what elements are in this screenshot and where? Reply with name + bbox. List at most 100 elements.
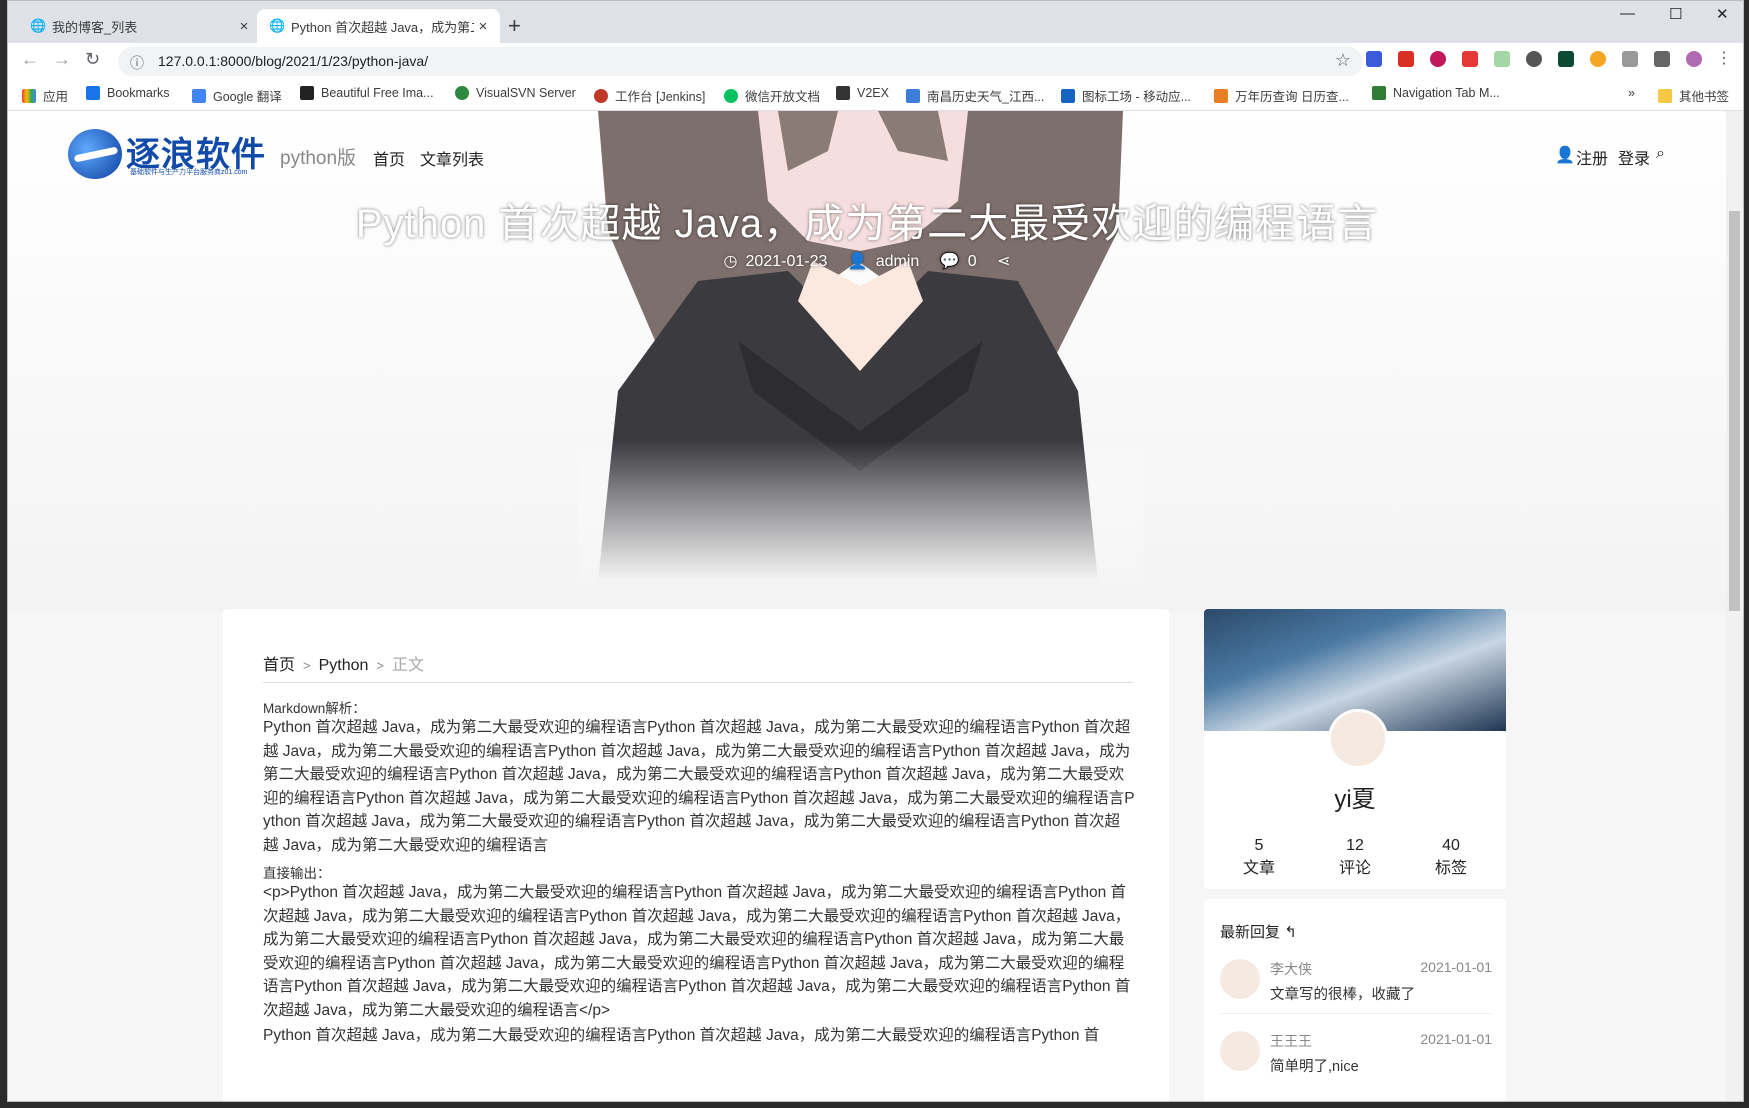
window-frame: 🌐 我的博客_列表 × 🌐 Python 首次超越 Java，成为第二 × + … <box>7 0 1744 1102</box>
site-edition-label: python版 <box>280 148 357 169</box>
bookmark-item[interactable]: Beautiful Free Ima... <box>300 86 434 100</box>
nav-articles-link[interactable]: 文章列表 <box>420 146 484 170</box>
share-icon[interactable]: ⋖ <box>997 253 1010 270</box>
back-arrow-icon[interactable]: ← <box>21 49 39 70</box>
search-icon[interactable]: ⌕ <box>1656 145 1665 163</box>
more-bookmarks-chevron-icon[interactable]: » <box>1628 86 1635 100</box>
menu-dots-icon[interactable]: ⋮ <box>1716 51 1732 67</box>
page-scrollbar[interactable] <box>1726 111 1743 1101</box>
tab-bar: 🌐 我的博客_列表 × 🌐 Python 首次超越 Java，成为第二 × + … <box>8 1 1743 43</box>
wechat-icon <box>724 88 738 103</box>
unsplash-icon <box>300 86 314 100</box>
close-tab-icon[interactable]: × <box>235 18 253 35</box>
bookmark-item[interactable]: 南昌历史天气_江西... <box>906 86 1044 105</box>
reply-arrow-icon: ↰ <box>1284 924 1297 941</box>
clock-icon: ◷ <box>723 253 738 270</box>
color-extension-icon[interactable] <box>1430 51 1446 67</box>
reply-item[interactable]: 李大侠 2021-01-01 文章写的很棒，收藏了 <box>1220 951 1492 1014</box>
post-title: Python 首次超越 Java，成为第二大最受欢迎的编程语言 <box>355 202 1379 246</box>
minimize-icon[interactable]: — <box>1620 5 1635 22</box>
vue-extension-icon[interactable] <box>1622 51 1638 67</box>
article-body: Python 首次超越 Java，成为第二大最受欢迎的编程语言Python 首次… <box>263 1027 1100 1044</box>
extension-icon[interactable] <box>1366 51 1382 67</box>
bookmark-item[interactable]: 应用 <box>22 86 68 105</box>
breadcrumb-home[interactable]: 首页 <box>263 657 295 674</box>
maximize-icon[interactable]: ☐ <box>1669 5 1682 23</box>
reload-icon[interactable]: ↻ <box>85 49 100 70</box>
post-meta: ◷ 2021-01-23 👤 admin 💬 0 ⋖ <box>8 251 1726 271</box>
translate-icon <box>192 88 206 103</box>
calendar-icon <box>1214 88 1228 103</box>
stat-comments[interactable]: 12 评论 <box>1305 834 1405 880</box>
other-bookmarks[interactable]: 其他书签 <box>1658 86 1729 105</box>
bookmark-item[interactable]: Bookmarks <box>86 86 170 100</box>
page-viewport: 逐浪软件 基础软件与生产力平台服务商z01.com python版 首页 文章列… <box>8 111 1726 1101</box>
info-icon[interactable]: ⓘ <box>130 53 144 73</box>
reply-date: 2021-01-01 <box>1420 1031 1492 1047</box>
pdf-extension-icon[interactable] <box>1398 51 1414 67</box>
bookmark-item[interactable]: 万年历查询 日历查... <box>1214 86 1349 105</box>
avatar <box>1220 959 1260 999</box>
globe-icon: 🌐 <box>269 18 286 33</box>
raw-output-label: 直接输出： <box>263 866 331 881</box>
puzzle-extensions-icon[interactable] <box>1654 51 1670 67</box>
play-extension-icon[interactable] <box>1526 51 1542 67</box>
bookmark-item[interactable]: V2EX <box>836 86 889 100</box>
bookmark-star-icon[interactable]: ☆ <box>1335 50 1351 71</box>
reply-item[interactable]: 王王王 2021-01-01 简单明了,nice <box>1220 1023 1492 1085</box>
tab-current-post[interactable]: 🌐 Python 首次超越 Java，成为第二 × <box>257 9 500 43</box>
address-bar[interactable]: ⓘ 127.0.0.1:8000/blog/2021/1/23/python-j… <box>118 47 1363 76</box>
new-tab-button[interactable]: + <box>508 13 521 39</box>
qq-extension-icon[interactable] <box>1590 51 1606 67</box>
breadcrumb-separator: > <box>303 658 311 673</box>
profile-card: yi夏 5 文章 12 评论 40 标签 <box>1204 609 1506 889</box>
bookmark-item[interactable]: Google 翻译 <box>192 86 282 105</box>
browser-window: 🌐 我的博客_列表 × 🌐 Python 首次超越 Java，成为第二 × + … <box>0 0 1749 1108</box>
nav-home-link[interactable]: 首页 <box>373 146 405 170</box>
post-comment-count: 0 <box>967 253 977 270</box>
reply-text: 文章写的很棒，收藏了 <box>1270 987 1415 1003</box>
tab-title: 我的博客_列表 <box>52 19 138 35</box>
user-icon: 👤 <box>847 253 868 270</box>
reply-author: 王王王 <box>1270 1033 1312 1049</box>
stat-articles[interactable]: 5 文章 <box>1209 834 1309 880</box>
jenkins-icon <box>594 88 608 103</box>
login-link[interactable]: 登录 <box>1618 145 1650 169</box>
reply-author: 李大侠 <box>1270 961 1312 977</box>
bookmark-item[interactable]: 微信开放文档 <box>724 86 820 105</box>
breadcrumb: 首页 > Python > 正文 <box>263 651 424 675</box>
scrollbar-thumb[interactable] <box>1729 211 1740 611</box>
avatar[interactable] <box>1328 709 1388 769</box>
post-author[interactable]: admin <box>876 253 920 270</box>
breadcrumb-current: 正文 <box>392 657 425 674</box>
register-link[interactable]: 注册 <box>1576 145 1608 169</box>
close-window-icon[interactable]: ✕ <box>1716 5 1729 23</box>
profile-avatar-icon[interactable] <box>1686 51 1702 67</box>
visualsvn-icon <box>455 86 469 100</box>
markdown-label: Markdown解析： <box>263 701 366 716</box>
raw-output-content: <p>Python 首次超越 Java，成为第二大最受欢迎的编程语言Python… <box>263 884 1131 1019</box>
weather-icon <box>906 88 920 103</box>
url-text[interactable]: 127.0.0.1:8000/blog/2021/1/23/python-jav… <box>158 53 428 69</box>
tab-blog-list[interactable]: 🌐 我的博客_列表 × <box>18 9 261 43</box>
fe-extension-icon[interactable] <box>1462 51 1478 67</box>
reply-text: 简单明了,nice <box>1270 1059 1359 1075</box>
v2ex-icon <box>836 86 850 100</box>
folder-icon <box>1658 88 1672 103</box>
star-icon <box>86 86 100 100</box>
markdown-content: Python 首次超越 Java，成为第二大最受欢迎的编程语言Python 首次… <box>263 719 1135 854</box>
breadcrumb-separator: > <box>376 658 385 673</box>
screenshot-extension-icon[interactable] <box>1494 51 1510 67</box>
breadcrumb-category[interactable]: Python <box>319 657 369 674</box>
bookmark-item[interactable]: Navigation Tab M... <box>1372 86 1500 100</box>
django-extension-icon[interactable] <box>1558 51 1574 67</box>
bookmark-item[interactable]: 工作台 [Jenkins] <box>594 86 705 105</box>
tab-title: Python 首次超越 Java，成为第二 <box>291 19 474 35</box>
forward-arrow-icon[interactable]: → <box>53 49 71 70</box>
bookmark-item[interactable]: VisualSVN Server <box>455 86 576 100</box>
close-tab-icon[interactable]: × <box>474 18 492 35</box>
site-logo-icon[interactable] <box>68 129 122 179</box>
bookmark-item[interactable]: 图标工场 - 移动应... <box>1061 86 1191 105</box>
stat-tags[interactable]: 40 标签 <box>1401 834 1501 880</box>
iconfont-icon <box>1061 88 1075 103</box>
